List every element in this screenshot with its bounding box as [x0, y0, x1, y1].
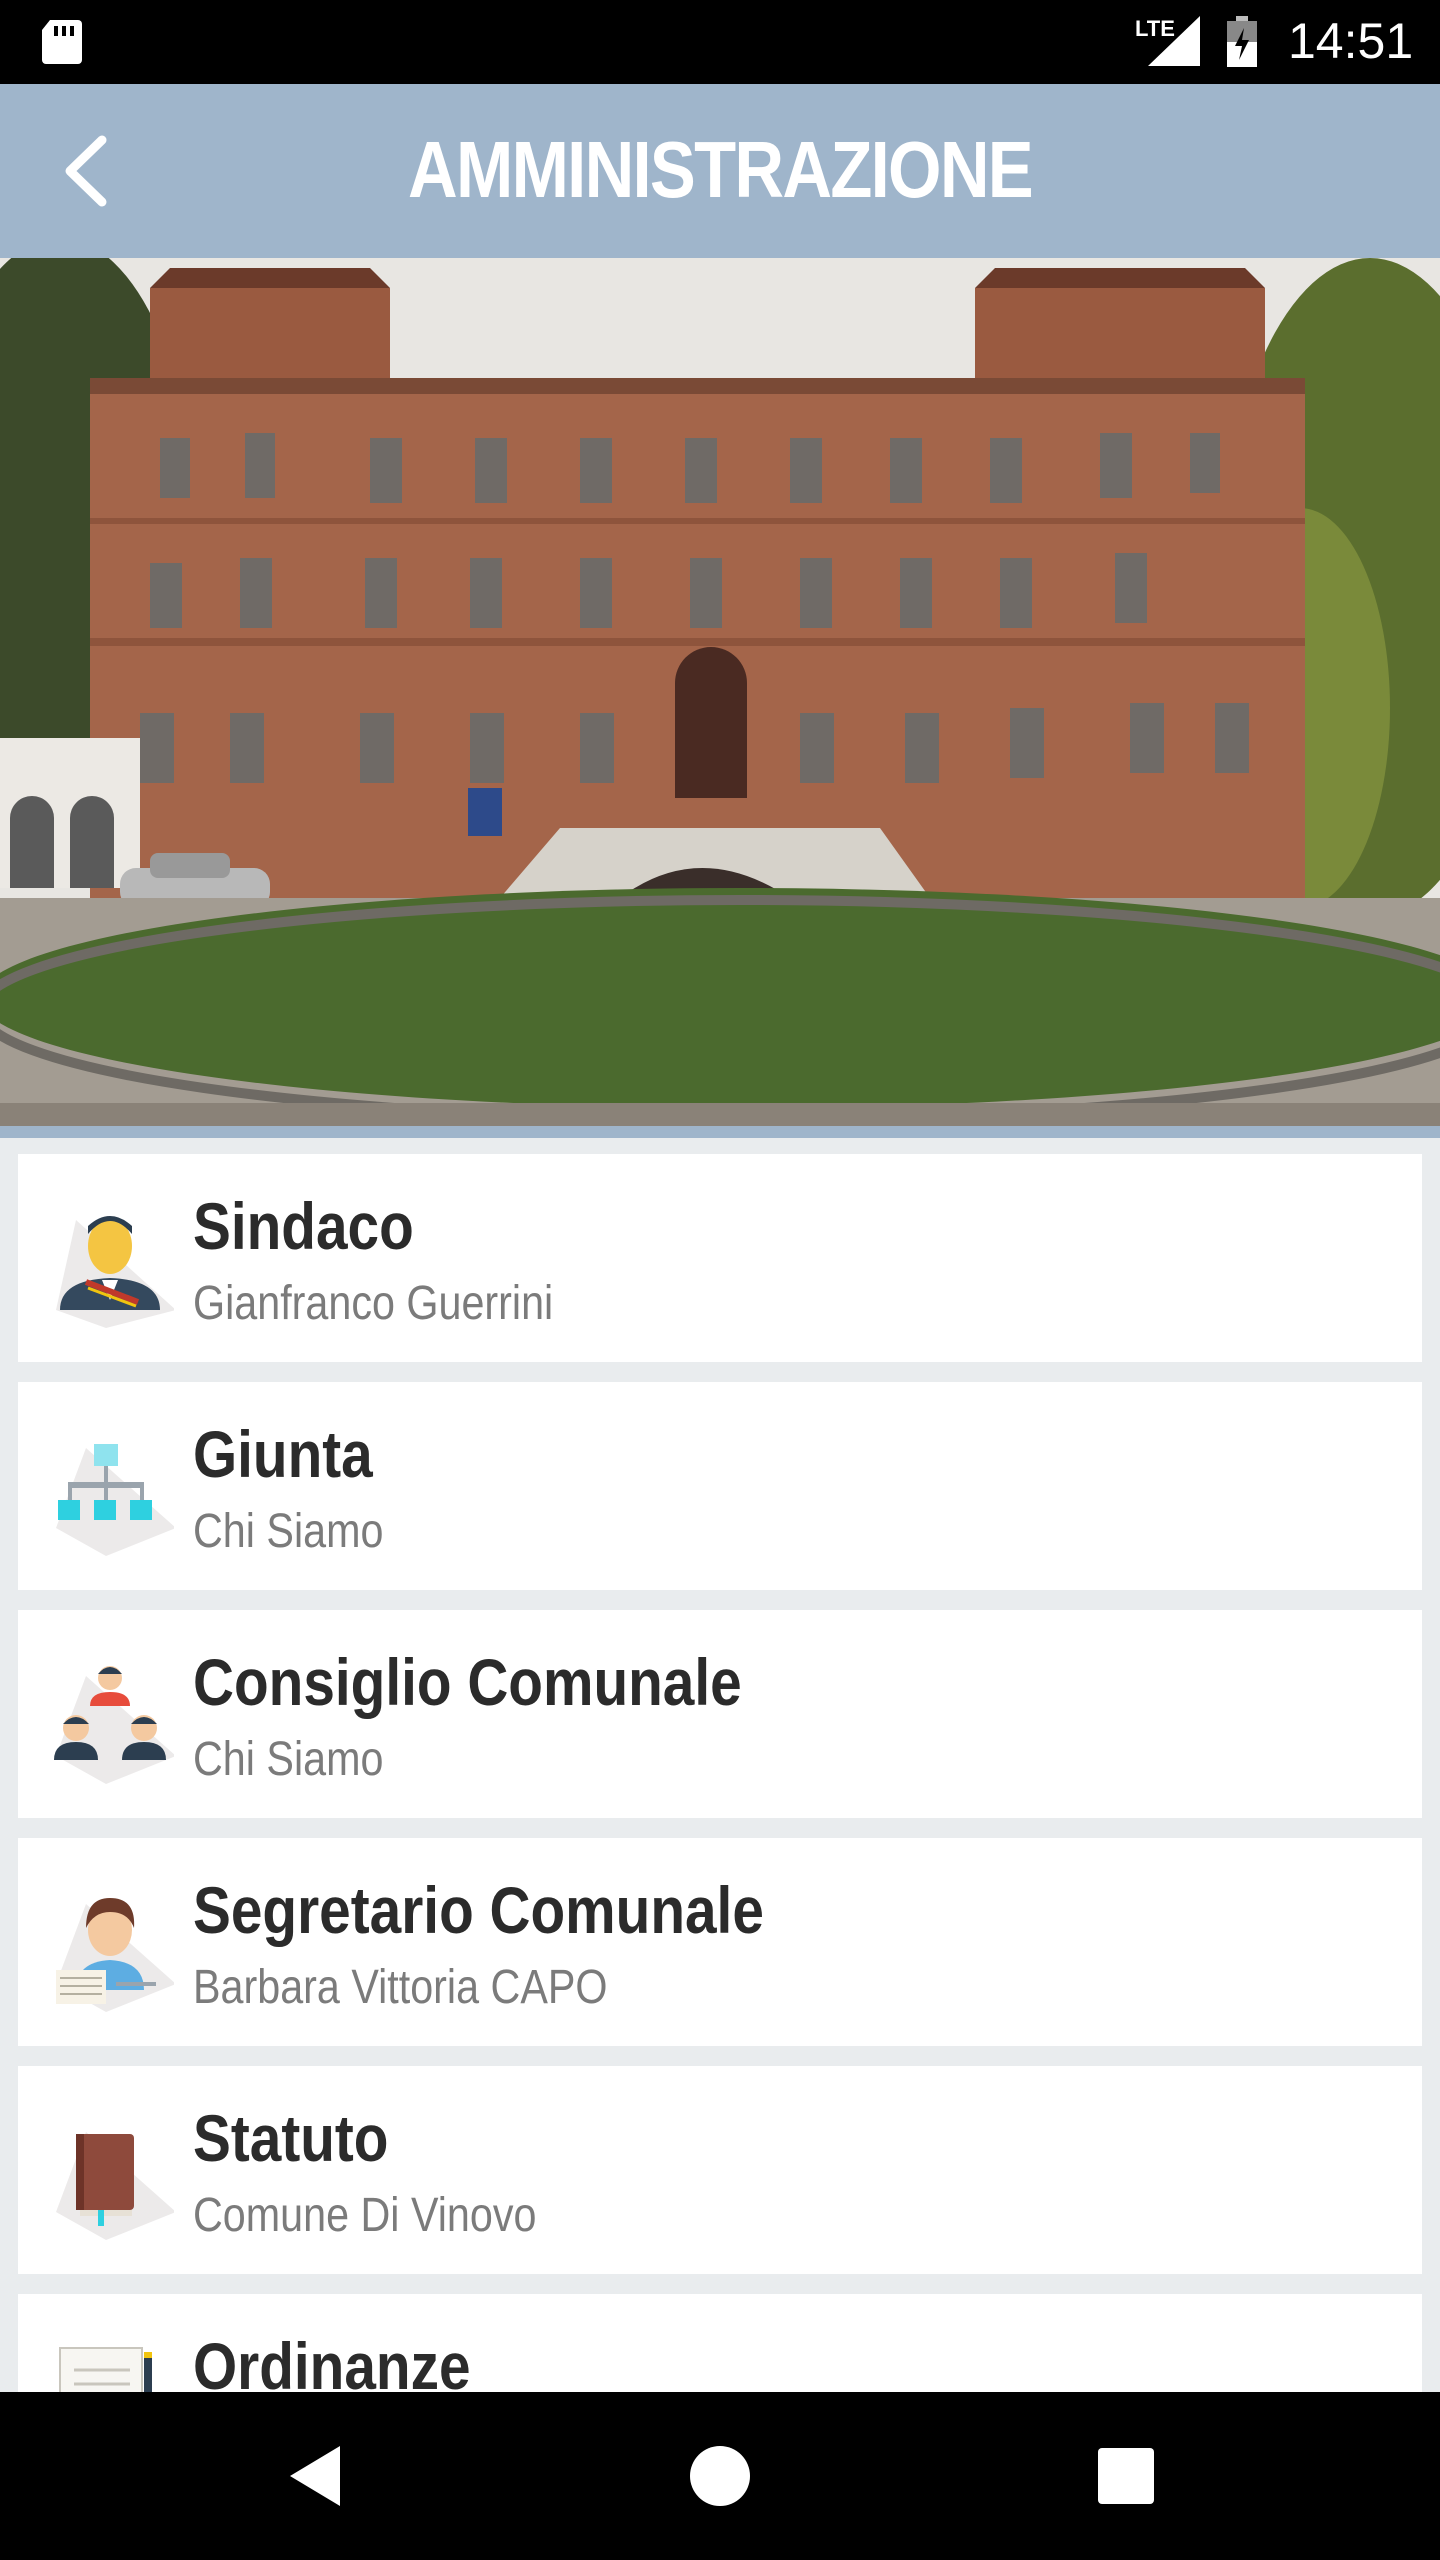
menu-item-subtitle: Barbara Vittoria CAPO	[193, 1961, 608, 2014]
menu-item-title: Segretario Comunale	[193, 1873, 764, 1947]
signal-icon	[1148, 16, 1200, 66]
menu-item-title: Sindaco	[193, 1189, 414, 1263]
mayor-icon	[56, 1216, 174, 1328]
sd-card-icon	[42, 20, 82, 64]
book-icon	[56, 2132, 174, 2240]
battery-icon	[1227, 16, 1257, 67]
castle-building-image	[0, 258, 1440, 1126]
clock: 14:51	[1288, 13, 1414, 69]
app-bar: AMMINISTRAZIONE	[0, 84, 1440, 258]
secretary-icon	[56, 1898, 174, 2012]
menu-item-subtitle: Chi Siamo	[193, 1733, 384, 1786]
nav-back-icon[interactable]	[276, 2436, 356, 2516]
menu-item-sindaco[interactable]: Sindaco Gianfranco Guerrini	[18, 1154, 1422, 1362]
menu-item-title: Giunta	[193, 1417, 373, 1491]
menu-item-title: Statuto	[193, 2101, 389, 2175]
status-bar: LTE 14:51	[0, 0, 1440, 84]
menu-item-subtitle: Chi Siamo	[193, 1505, 384, 1558]
org-chart-icon	[56, 1444, 174, 1556]
menu-item-subtitle: Gianfranco Guerrini	[193, 1277, 554, 1330]
menu-item-segretario-comunale[interactable]: Segretario Comunale Barbara Vittoria CAP…	[18, 1838, 1422, 2046]
menu-item-title: Consiglio Comunale	[193, 1645, 742, 1719]
system-nav-bar	[0, 2392, 1440, 2560]
nav-recents-icon[interactable]	[1086, 2436, 1166, 2516]
page-title: AMMINISTRAZIONE	[408, 125, 1034, 214]
hero-divider	[0, 1126, 1440, 1138]
menu-item-subtitle: Comune Di Vinovo	[193, 2189, 537, 2242]
menu-item-consiglio-comunale[interactable]: Consiglio Comunale Chi Siamo	[18, 1610, 1422, 1818]
council-group-icon	[54, 1666, 174, 1784]
nav-home-icon[interactable]	[680, 2436, 760, 2516]
menu-item-giunta[interactable]: Giunta Chi Siamo	[18, 1382, 1422, 1590]
menu-item-statuto[interactable]: Statuto Comune Di Vinovo	[18, 2066, 1422, 2274]
